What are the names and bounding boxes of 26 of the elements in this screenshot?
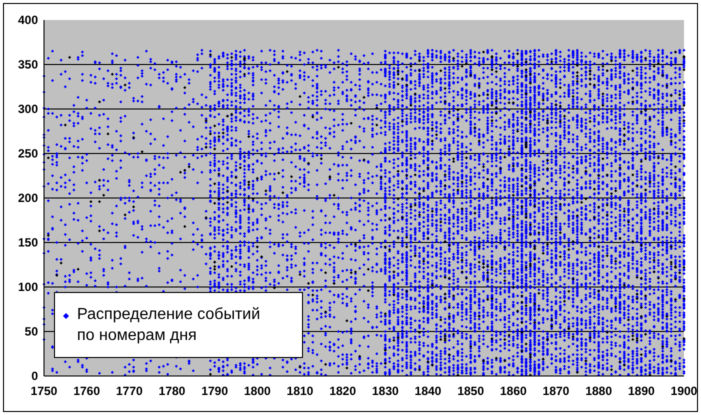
axis-tick-label: 1750: [30, 384, 58, 398]
axis-tick-label: 1770: [116, 384, 143, 398]
axis-tick-label: 1780: [158, 384, 186, 398]
axis-tick-label: 1880: [585, 384, 612, 398]
axis-tick-label: 300: [18, 102, 38, 116]
axis-tick-label: 1870: [542, 384, 570, 398]
axis-tick-label: 1820: [329, 384, 356, 398]
axis-tick-label: 1900: [670, 384, 697, 398]
axis-tick-label: 0: [31, 369, 38, 383]
axis-tick-label: 1840: [414, 384, 442, 398]
axis-tick-label: 1790: [201, 384, 228, 398]
axis-tick-label: 1810: [286, 384, 314, 398]
axis-tick-label: 250: [18, 146, 38, 160]
axis-tick-label: 400: [18, 13, 38, 27]
axis-tick-label: 1890: [628, 384, 655, 398]
axis-tick-label: 1850: [457, 384, 484, 398]
axis-tick-label: 1800: [244, 384, 271, 398]
axis-tick-label: 1760: [73, 384, 100, 398]
axis-tick-label: 100: [18, 280, 38, 294]
axis-tick-label: 50: [24, 324, 38, 338]
axis-tick-label: 1830: [372, 384, 399, 398]
axis-tick-label: 150: [18, 236, 38, 250]
axis-tick-label: 200: [18, 191, 38, 205]
axis-tick-label: 350: [18, 58, 38, 72]
legend-label: Распределение событий по номерам дня: [77, 305, 260, 346]
axis-tick-label: 1860: [500, 384, 527, 398]
